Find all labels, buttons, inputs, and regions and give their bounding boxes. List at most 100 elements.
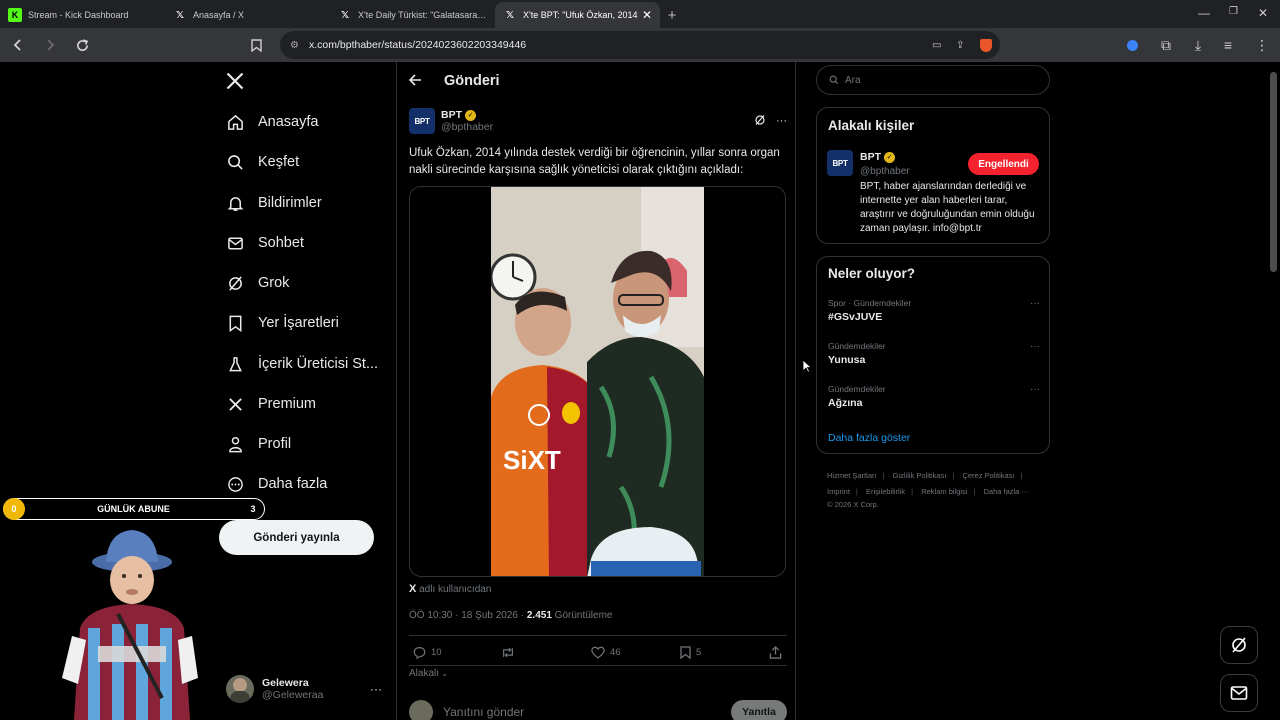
grok-icon: [226, 274, 244, 292]
footer-link[interactable]: Reklam bilgisi: [921, 487, 967, 496]
site-info-icon[interactable]: ⚙: [290, 40, 299, 51]
related-user-handle[interactable]: @bpthaber: [860, 166, 910, 177]
more-icon[interactable]: ···: [1030, 384, 1040, 395]
minimize-icon[interactable]: —: [1198, 6, 1210, 20]
footer-link[interactable]: Gizlilik Politikası: [893, 471, 947, 480]
nav-label: Grok: [258, 275, 290, 291]
trend-category: Gündemdekiler: [828, 341, 886, 351]
trend-category: Gündemdekiler: [828, 384, 886, 394]
more-options-icon[interactable]: ···: [776, 115, 787, 127]
divider: [409, 635, 787, 636]
grok-icon[interactable]: [754, 114, 766, 129]
scrollbar-thumb[interactable]: [1270, 72, 1277, 272]
nav-notifications[interactable]: Bildirimler: [226, 190, 322, 216]
nav-messages[interactable]: Sohbet: [226, 230, 304, 256]
trends-title: Neler oluyor?: [828, 266, 916, 281]
address-bar[interactable]: ⚙ x.com/bpthaber/status/2024023602203349…: [280, 31, 1000, 59]
bookmark-button[interactable]: 5: [680, 645, 701, 659]
nav-label: Keşfet: [258, 154, 300, 170]
nav-explore[interactable]: Keşfet: [226, 149, 299, 175]
close-tab-icon[interactable]: ✕: [642, 8, 652, 22]
author-handle[interactable]: @bpthaber: [441, 121, 493, 133]
footer-link[interactable]: Erişilebilirlik: [866, 487, 905, 496]
more-icon[interactable]: ···: [1030, 298, 1040, 309]
author-avatar[interactable]: BPT: [409, 108, 435, 134]
related-user-name[interactable]: BPT: [860, 151, 881, 163]
related-user-avatar[interactable]: BPT: [827, 150, 853, 176]
trend-item[interactable]: Spor · Gündemdekiler #GSvJUVE ···: [828, 298, 1040, 323]
streamer-mascot-image: [58, 528, 198, 720]
tab-x-home[interactable]: 𝕏 Anasayfa / X: [165, 2, 330, 28]
nav-profile[interactable]: Profil: [226, 431, 291, 457]
more-icon[interactable]: ···: [370, 682, 382, 696]
share-icon[interactable]: ⇪: [956, 40, 964, 51]
reload-icon[interactable]: [66, 30, 98, 60]
show-more-link[interactable]: Daha fazla göster: [828, 432, 910, 444]
browser-tab-bar: K Stream - Kick Dashboard 𝕏 Anasayfa / X…: [0, 0, 1280, 28]
nav-premium[interactable]: Premium: [226, 391, 316, 417]
author-name[interactable]: BPT: [441, 109, 462, 121]
restore-icon[interactable]: ❐: [1229, 6, 1238, 17]
nav-grok[interactable]: Grok: [226, 270, 289, 296]
views-label: Görüntüleme: [551, 610, 613, 621]
trend-item[interactable]: Gündemdekiler Yunusa ···: [828, 341, 1040, 366]
reply-composer: Yanıtını gönder Yanıtla: [409, 700, 787, 720]
tab-kick-dashboard[interactable]: K Stream - Kick Dashboard: [0, 2, 165, 28]
tab-label: X'te BPT: "Ufuk Özkan, 2014: [523, 10, 638, 20]
cast-icon[interactable]: ▭: [932, 40, 941, 51]
playlist-icon[interactable]: ≡: [1212, 30, 1244, 60]
trend-item[interactable]: Gündemdekiler Ağzına ···: [828, 384, 1040, 409]
repost-button[interactable]: [501, 646, 520, 659]
page-title: Gönderi: [444, 73, 500, 89]
extensions-icon[interactable]: ⧉: [1150, 30, 1182, 60]
post-text: Ufuk Özkan, 2014 yılında destek verdiği …: [409, 147, 780, 176]
menu-icon[interactable]: ⋮: [1246, 30, 1278, 60]
forward-icon[interactable]: [34, 30, 66, 60]
tab-label: Stream - Kick Dashboard: [28, 10, 129, 20]
back-icon[interactable]: [2, 30, 34, 60]
download-icon[interactable]: ⤓: [1182, 30, 1214, 60]
more-icon[interactable]: ···: [1030, 341, 1040, 352]
bookmark-icon: [680, 645, 691, 659]
post-timestamp[interactable]: ÖÖ 10:30 · 18 Şub 2026 ·: [409, 610, 527, 621]
account-switcher[interactable]: Gelewera @Geleweraa ···: [226, 672, 386, 706]
reply-sort-dropdown[interactable]: Alakalı ⌄: [409, 668, 448, 679]
reply-input[interactable]: Yanıtını gönder: [443, 705, 524, 719]
brave-shield-icon[interactable]: [980, 38, 992, 52]
chevron-down-icon: ⌄: [439, 669, 448, 678]
tab-bpt-post[interactable]: 𝕏 X'te BPT: "Ufuk Özkan, 2014 ✕: [495, 2, 660, 28]
tab-daily-turkist[interactable]: 𝕏 X'te Daily Türkist: "Galatasaray-Juven…: [330, 2, 495, 28]
nav-home[interactable]: Anasayfa: [226, 109, 318, 135]
search-input[interactable]: Ara: [816, 65, 1050, 95]
goal-count: 3: [250, 504, 256, 514]
post-button[interactable]: Gönderi yayınla: [219, 520, 374, 555]
x-logo-icon[interactable]: [226, 70, 244, 96]
nav-more[interactable]: Daha fazla: [226, 471, 327, 497]
bookmark-page-icon[interactable]: [240, 30, 272, 60]
nav-label: Daha fazla: [258, 476, 328, 492]
share-button[interactable]: [769, 645, 782, 659]
bookmark-icon: [226, 314, 244, 332]
reply-button[interactable]: 10: [413, 646, 442, 659]
like-button[interactable]: 46: [591, 646, 621, 659]
close-window-icon[interactable]: ✕: [1258, 6, 1268, 20]
footer-link[interactable]: Daha fazla ···: [984, 487, 1029, 496]
footer-link[interactable]: Imprint: [827, 487, 850, 496]
flask-icon: [226, 355, 244, 373]
reply-submit-button[interactable]: Yanıtla: [731, 700, 787, 720]
nav-bookmarks[interactable]: Yer İşaretleri: [226, 310, 339, 336]
nav-creator-studio[interactable]: İçerik Üreticisi St...: [226, 351, 378, 377]
post-media[interactable]: SiXT: [409, 186, 786, 577]
x-icon: 𝕏: [175, 9, 185, 21]
footer-link[interactable]: Hizmet Şartları: [827, 471, 877, 480]
messages-fab-button[interactable]: [1220, 674, 1258, 712]
vpn-icon[interactable]: [1116, 30, 1148, 60]
post-photo[interactable]: SiXT: [491, 187, 704, 576]
grok-fab-button[interactable]: [1220, 626, 1258, 664]
goal-start-badge: 0: [3, 498, 25, 520]
new-tab-button[interactable]: +: [660, 2, 684, 28]
footer-link[interactable]: Çerez Politikası: [962, 471, 1014, 480]
related-user-bio: BPT, haber ajanslarından derlediği ve in…: [860, 181, 1035, 234]
back-arrow-icon[interactable]: [408, 73, 422, 89]
blocked-button[interactable]: Engellendi: [968, 153, 1039, 175]
